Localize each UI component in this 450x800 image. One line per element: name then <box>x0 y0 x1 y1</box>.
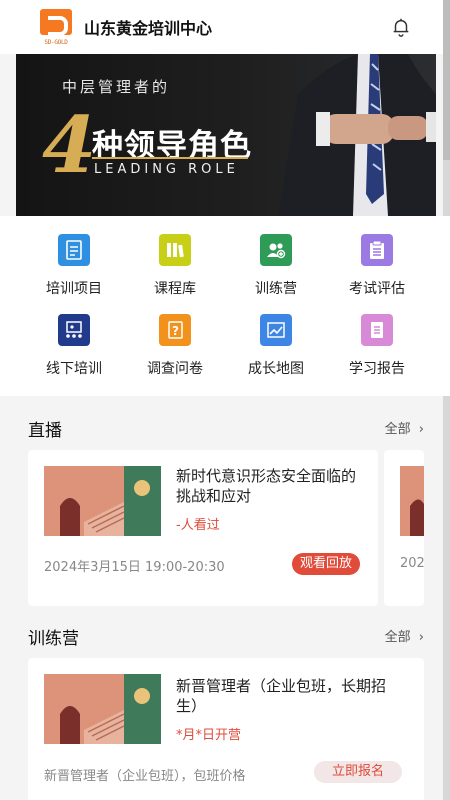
app-title: 山东黄金培训中心 <box>84 19 213 38</box>
svg-text:?: ? <box>172 324 179 338</box>
question-icon: ? <box>159 314 191 346</box>
camp-section-title: 训练营 <box>28 629 79 649</box>
live-date: 202 <box>400 556 424 571</box>
camp-see-all[interactable]: 全部 › <box>385 626 424 645</box>
grid-item-training-projects[interactable]: 培训项目 <box>29 234 119 298</box>
app-header: SD-GOLD 山东黄金培训中心 <box>0 0 450 54</box>
grid-item-label: 学习报告 <box>349 361 405 377</box>
banner-number: 4 <box>42 100 97 191</box>
grid-item-label: 调查问卷 <box>147 361 203 377</box>
live-thumbnail <box>400 466 424 536</box>
live-card[interactable]: 新时代意识形态安全面临的挑战和应对 -人看过 2024年3月15日 19:00-… <box>28 450 378 606</box>
enroll-button[interactable]: 立即报名 <box>314 761 403 783</box>
grid-item-label: 成长地图 <box>248 361 304 377</box>
camp-card[interactable]: 新晋管理者（企业包班，长期招生） *月*日开营 新晋管理者（企业包班），包班价格… <box>28 658 424 800</box>
bell-icon[interactable] <box>390 15 412 39</box>
businessman-illustration <box>278 54 436 216</box>
banner-english: LEADING ROLE <box>94 162 239 177</box>
document-icon <box>58 234 90 266</box>
live-see-all[interactable]: 全部 › <box>385 418 424 437</box>
classroom-icon <box>58 314 90 346</box>
grid-item-label: 课程库 <box>154 281 196 297</box>
see-all-label: 全部 <box>384 630 411 645</box>
promo-banner[interactable]: 中层管理者的 4 种领导角色 LEADING ROLE <box>16 54 436 216</box>
report-icon <box>361 314 393 346</box>
chevron-right-icon: › <box>418 630 424 645</box>
camp-schedule: *月*日开营 <box>176 728 242 743</box>
sd-gold-logo: SD-GOLD <box>38 7 74 47</box>
grid-item-survey[interactable]: ? 调查问卷 <box>130 314 220 378</box>
grid-item-label: 线下培训 <box>46 361 102 377</box>
live-viewers: -人看过 <box>176 518 220 533</box>
camp-thumbnail <box>44 674 161 744</box>
grid-item-label: 训练营 <box>255 281 297 297</box>
grid-item-learning-report[interactable]: 学习报告 <box>332 314 422 378</box>
books-icon <box>159 234 191 266</box>
grid-item-training-camp[interactable]: 训练营 <box>231 234 321 298</box>
grid-item-offline-training[interactable]: 线下培训 <box>29 314 119 378</box>
scrollbar[interactable] <box>443 0 450 800</box>
grid-item-growth-map[interactable]: 成长地图 <box>231 314 321 378</box>
live-thumbnail <box>44 466 161 536</box>
grid-item-label: 培训项目 <box>46 281 102 297</box>
live-card-partial[interactable]: 202 <box>384 450 424 606</box>
logo-text: SD-GOLD <box>44 39 68 46</box>
chevron-right-icon: › <box>418 422 424 437</box>
clipboard-icon <box>361 234 393 266</box>
see-all-label: 全部 <box>384 422 411 437</box>
scrollbar-thumb[interactable] <box>443 0 450 160</box>
grid-item-exam-evaluation[interactable]: 考试评估 <box>332 234 422 298</box>
grid-item-label: 考试评估 <box>349 281 405 297</box>
grid-item-course-library[interactable]: 课程库 <box>130 234 220 298</box>
banner-subtitle: 中层管理者的 <box>62 78 171 96</box>
feature-grid: 培训项目 课程库 训练营 考试评估 线下培训 ? 调查问卷 成长地图 学习报告 <box>0 216 450 396</box>
camp-description: 新晋管理者（企业包班），包班价格 <box>44 769 246 784</box>
live-title: 新时代意识形态安全面临的挑战和应对 <box>176 467 357 505</box>
camp-title: 新晋管理者（企业包班，长期招生） <box>176 677 387 715</box>
group-add-icon <box>260 234 292 266</box>
watch-replay-button[interactable]: 观看回放 <box>292 553 361 575</box>
banner-divider <box>92 157 248 159</box>
trend-icon <box>260 314 292 346</box>
live-date: 2024年3月15日 19:00-20:30 <box>44 560 225 575</box>
live-section-title: 直播 <box>28 421 62 441</box>
